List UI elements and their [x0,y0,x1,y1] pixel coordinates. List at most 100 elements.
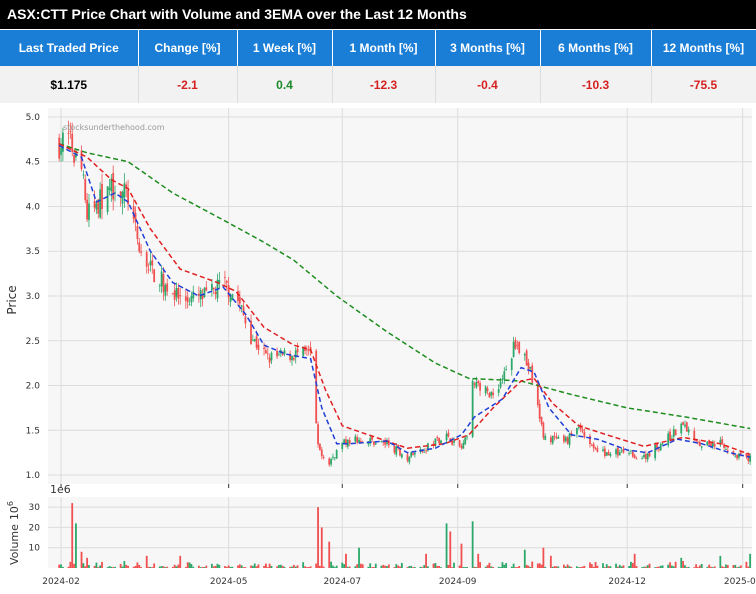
volume-bar [253,563,256,568]
volume-bar [453,562,455,568]
volume-bar [296,565,299,568]
candle-body [101,184,103,210]
volume-bar [387,564,390,568]
volume-bar [471,521,474,568]
candle-body [406,454,409,461]
volume-bar [745,561,748,568]
candle-body [145,252,148,267]
candle-body [635,458,638,460]
volume-bar [477,553,480,568]
volume-bar [719,555,722,568]
volume-bar [425,553,427,568]
volume-bar [270,566,273,568]
volume-bar [615,563,617,568]
volume-axis-ticks: 10 20 30 [29,503,41,554]
volume-bar [589,562,591,568]
volume-bar [341,562,344,568]
volume-bar [283,566,286,568]
volume-bar [279,564,282,568]
volume-bar [738,566,740,568]
candle-body [734,455,737,457]
volume-bar [695,564,698,568]
candle-body [224,277,226,278]
candle-body [322,456,325,459]
candle-body [244,316,247,324]
volume-bar [225,566,228,568]
candle-body [160,271,163,287]
volume-tick-label: 30 [29,503,41,513]
candle-body [576,428,578,435]
candle-body [538,403,541,419]
volume-bar [460,543,463,568]
header-6-months: 6 Months [%] [540,30,652,66]
volume-bar [354,566,357,568]
candle-body [278,353,280,355]
candle-body [296,348,299,353]
volume-bar [602,563,604,568]
candle-body [667,433,670,446]
candle-body [473,383,476,385]
volume-bar [292,564,295,568]
candle-body [186,297,189,303]
volume-bar [86,557,89,568]
volume-bar [60,564,62,568]
volume-bar [356,564,359,568]
candle-body [605,452,608,456]
candle-body [240,305,243,307]
volume-bar [536,563,539,568]
volume-bar [633,553,636,568]
candle-body [423,451,426,453]
candle-body [82,174,85,176]
volume-bar [186,562,189,568]
candle-body [631,451,634,457]
candle-body [166,283,169,292]
value-3-months: -0.4 [435,66,541,103]
candle-body [661,443,664,445]
candle-body [590,445,593,446]
candle-body [179,295,182,297]
volume-bar [542,547,545,568]
volume-bar [412,567,414,568]
volume-bar [462,567,465,568]
volume-bar [685,567,688,568]
volume-bar [93,566,96,568]
candle-body [214,291,217,295]
candle-body [162,274,165,292]
stats-header-row: Last Traded Price Change [%] 1 Week [%] … [0,30,756,66]
candle-body [151,260,154,266]
volume-bar [605,564,608,568]
volume-bar [110,566,113,568]
watermark: stocksunderthehood.com [63,123,165,132]
volume-bar [458,565,461,568]
candle-body [413,452,416,455]
candle-body [562,435,565,442]
volume-bar [451,567,454,568]
volume-bar [512,563,515,568]
candle-body [305,349,308,351]
volume-bar [309,566,312,568]
candle-body [205,287,208,291]
candle-body [713,444,716,447]
volume-bar [250,565,252,568]
candle-body [594,447,597,449]
volume-bar [345,553,347,568]
candle-body [687,429,690,433]
volume-bar [201,566,204,568]
candle-body [680,423,683,434]
volume-bar [123,561,126,568]
volume-bar [263,565,265,568]
volume-bar [400,562,403,568]
header-12-months: 12 Months [%] [651,30,756,66]
candle-body [669,431,671,441]
volume-panel-background [48,497,752,568]
volume-bar [590,564,593,568]
candle-body [706,441,709,446]
candle-body [654,445,657,459]
candle-body [315,350,318,424]
candle-body [171,293,174,295]
value-change: -2.1 [138,66,238,103]
volume-bar [711,567,714,568]
candle-body [581,429,584,432]
volume-bar [119,563,122,568]
volume-bar [490,566,493,568]
